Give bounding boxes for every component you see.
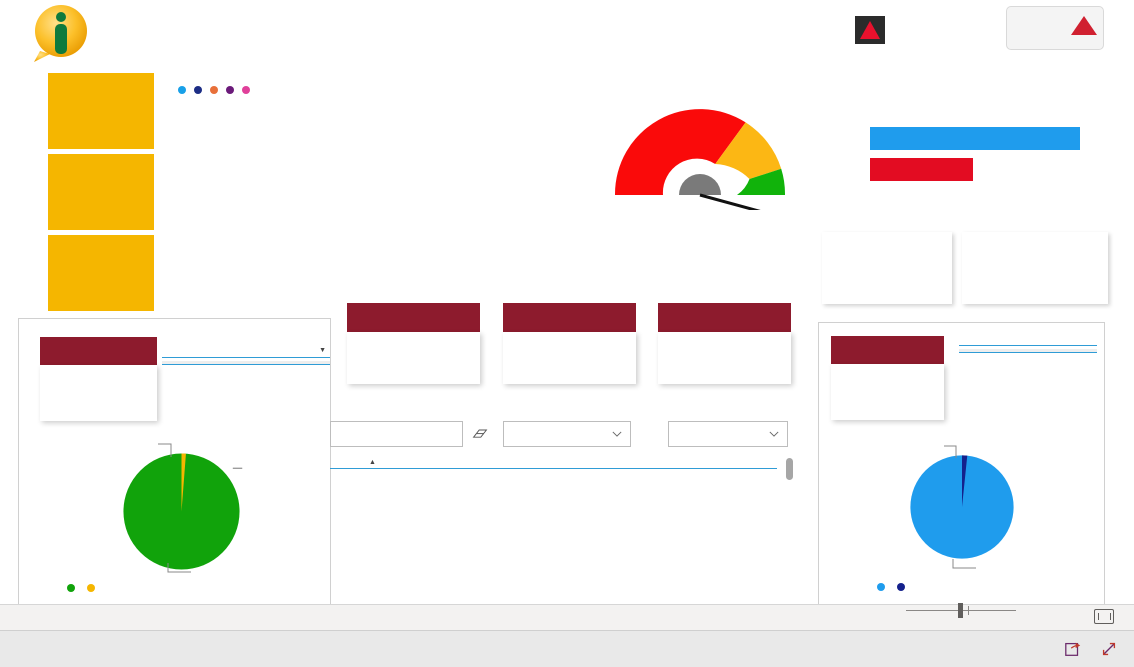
button-no-prazo[interactable] [48,154,154,230]
recurso-legend-item-sem-resposta[interactable] [897,583,908,591]
page-title [228,6,848,52]
recurso-pie-chart[interactable] [902,447,1022,567]
recurso-card-value-box[interactable] [831,364,944,420]
sef-logo [1006,6,1104,50]
line-chart-legend [170,86,255,94]
recurso-table-total-value [1045,352,1097,356]
protocol-data-table[interactable]: ▲ [330,458,800,480]
chevron-down-icon [612,431,622,437]
recurso-table-total-row [959,352,1097,356]
search-box[interactable] [330,421,479,447]
total-legend-item-respondido[interactable] [67,584,78,592]
card-header-respondidas [347,303,480,332]
button-concluidas[interactable] [48,73,154,149]
total-status-table[interactable]: ▼ [162,341,330,368]
total-legend-item-tramitacao[interactable] [87,584,98,592]
table-scrollbar-thumb[interactable] [786,458,793,480]
recurso-pie-leader-large [952,559,976,569]
legend-item-2022[interactable] [226,86,236,94]
recurso-legend-item-respondido[interactable] [877,583,888,591]
minas-gerais-logo [855,10,1000,50]
bottom-bar [0,630,1134,667]
sic-logo [30,3,225,65]
bar-fill-sim [870,127,1080,150]
card-value-box-em-tramitacao[interactable] [503,332,636,384]
total-pie-leader-small [158,443,172,457]
zoom-slider-thumb[interactable] [958,603,963,618]
button-recurso-pendente[interactable] [48,235,154,311]
search-input[interactable] [337,428,479,440]
bar-row-nao[interactable] [838,158,979,181]
total-pie-chart[interactable] [114,444,249,579]
zoom-slider-tick [968,606,969,615]
dt-col-protocolo[interactable]: ▲ [365,458,487,469]
zoom-control[interactable] [900,603,1022,618]
share-icon[interactable] [1064,640,1082,658]
legend-dot-tramitacao-icon [87,584,95,592]
legend-dot-2021-icon [210,86,218,94]
dt-col-recurso[interactable] [730,458,777,469]
legend-dot-respondido-icon [877,583,885,591]
sort-caret-up-icon: ▲ [369,459,376,466]
fullscreen-icon[interactable] [1100,640,1118,658]
gauge-chart[interactable] [605,95,795,210]
total-card-header [40,337,157,365]
legend-item-2019[interactable] [178,86,188,94]
total-pie-legend [67,584,104,592]
card-header-em-tramitacao [503,303,636,332]
card-value-box-reclamacoes[interactable] [658,332,791,384]
total-table-col-quant[interactable]: ▼ [271,341,330,358]
chevron-down-icon [769,431,779,437]
legend-dot-2019-icon [178,86,186,94]
total-table-total-value [271,364,330,368]
bar-row-sim[interactable] [838,127,1086,150]
legend-dot-sem-resposta-icon [897,583,905,591]
table-scrollbar[interactable] [786,458,793,610]
dt-col-prazo[interactable] [548,458,611,469]
footer-toolbar [0,604,1134,630]
fit-to-page-icon[interactable] [1094,609,1114,624]
legend-item-2023[interactable] [242,86,252,94]
recurso-panel [818,322,1105,606]
dt-col-resposta[interactable] [610,458,673,469]
total-panel: ▼ [18,318,331,606]
sic-bubble-icon [34,5,87,62]
total-card-value-box[interactable] [40,365,157,421]
sef-triangle-icon [1071,16,1097,35]
bar-fill-nao [870,158,973,181]
recurso-situacao-table[interactable] [959,341,1097,356]
total-table-col-status[interactable] [162,341,272,358]
sort-caret-icon: ▼ [319,347,326,354]
recurso-table-total-label [959,352,1045,356]
total-table-total-row [162,364,330,368]
recurso-card-header [831,336,944,364]
dt-col-status[interactable] [330,458,365,469]
status-filter-dropdown[interactable] [668,421,788,447]
line-chart-plot[interactable] [170,100,585,280]
legend-dot-respondido-icon [67,584,75,592]
year-filter-dropdown[interactable] [503,421,631,447]
recurso-pie-legend [877,583,914,591]
recurso-pie-leader-small [944,445,957,458]
minas-gerais-mark-icon [855,16,885,44]
total-table-total-label [162,364,272,368]
eraser-icon[interactable] [472,428,488,440]
card-value-box-respondidas[interactable] [347,332,480,384]
zoom-slider[interactable] [906,603,1016,618]
dt-col-reclamacao[interactable] [672,458,731,469]
legend-dot-2022-icon [226,86,234,94]
legend-dot-2023-icon [242,86,250,94]
total-pie-leader-large [167,563,191,573]
dt-col-abertura[interactable] [486,458,549,469]
legend-item-2021[interactable] [210,86,220,94]
kpi-card-tempo-medio[interactable] [962,232,1108,304]
legend-dot-2020-icon [194,86,202,94]
legend-item-2020[interactable] [194,86,204,94]
card-header-reclamacoes [658,303,791,332]
kpi-card-em-atraso[interactable] [822,232,952,304]
